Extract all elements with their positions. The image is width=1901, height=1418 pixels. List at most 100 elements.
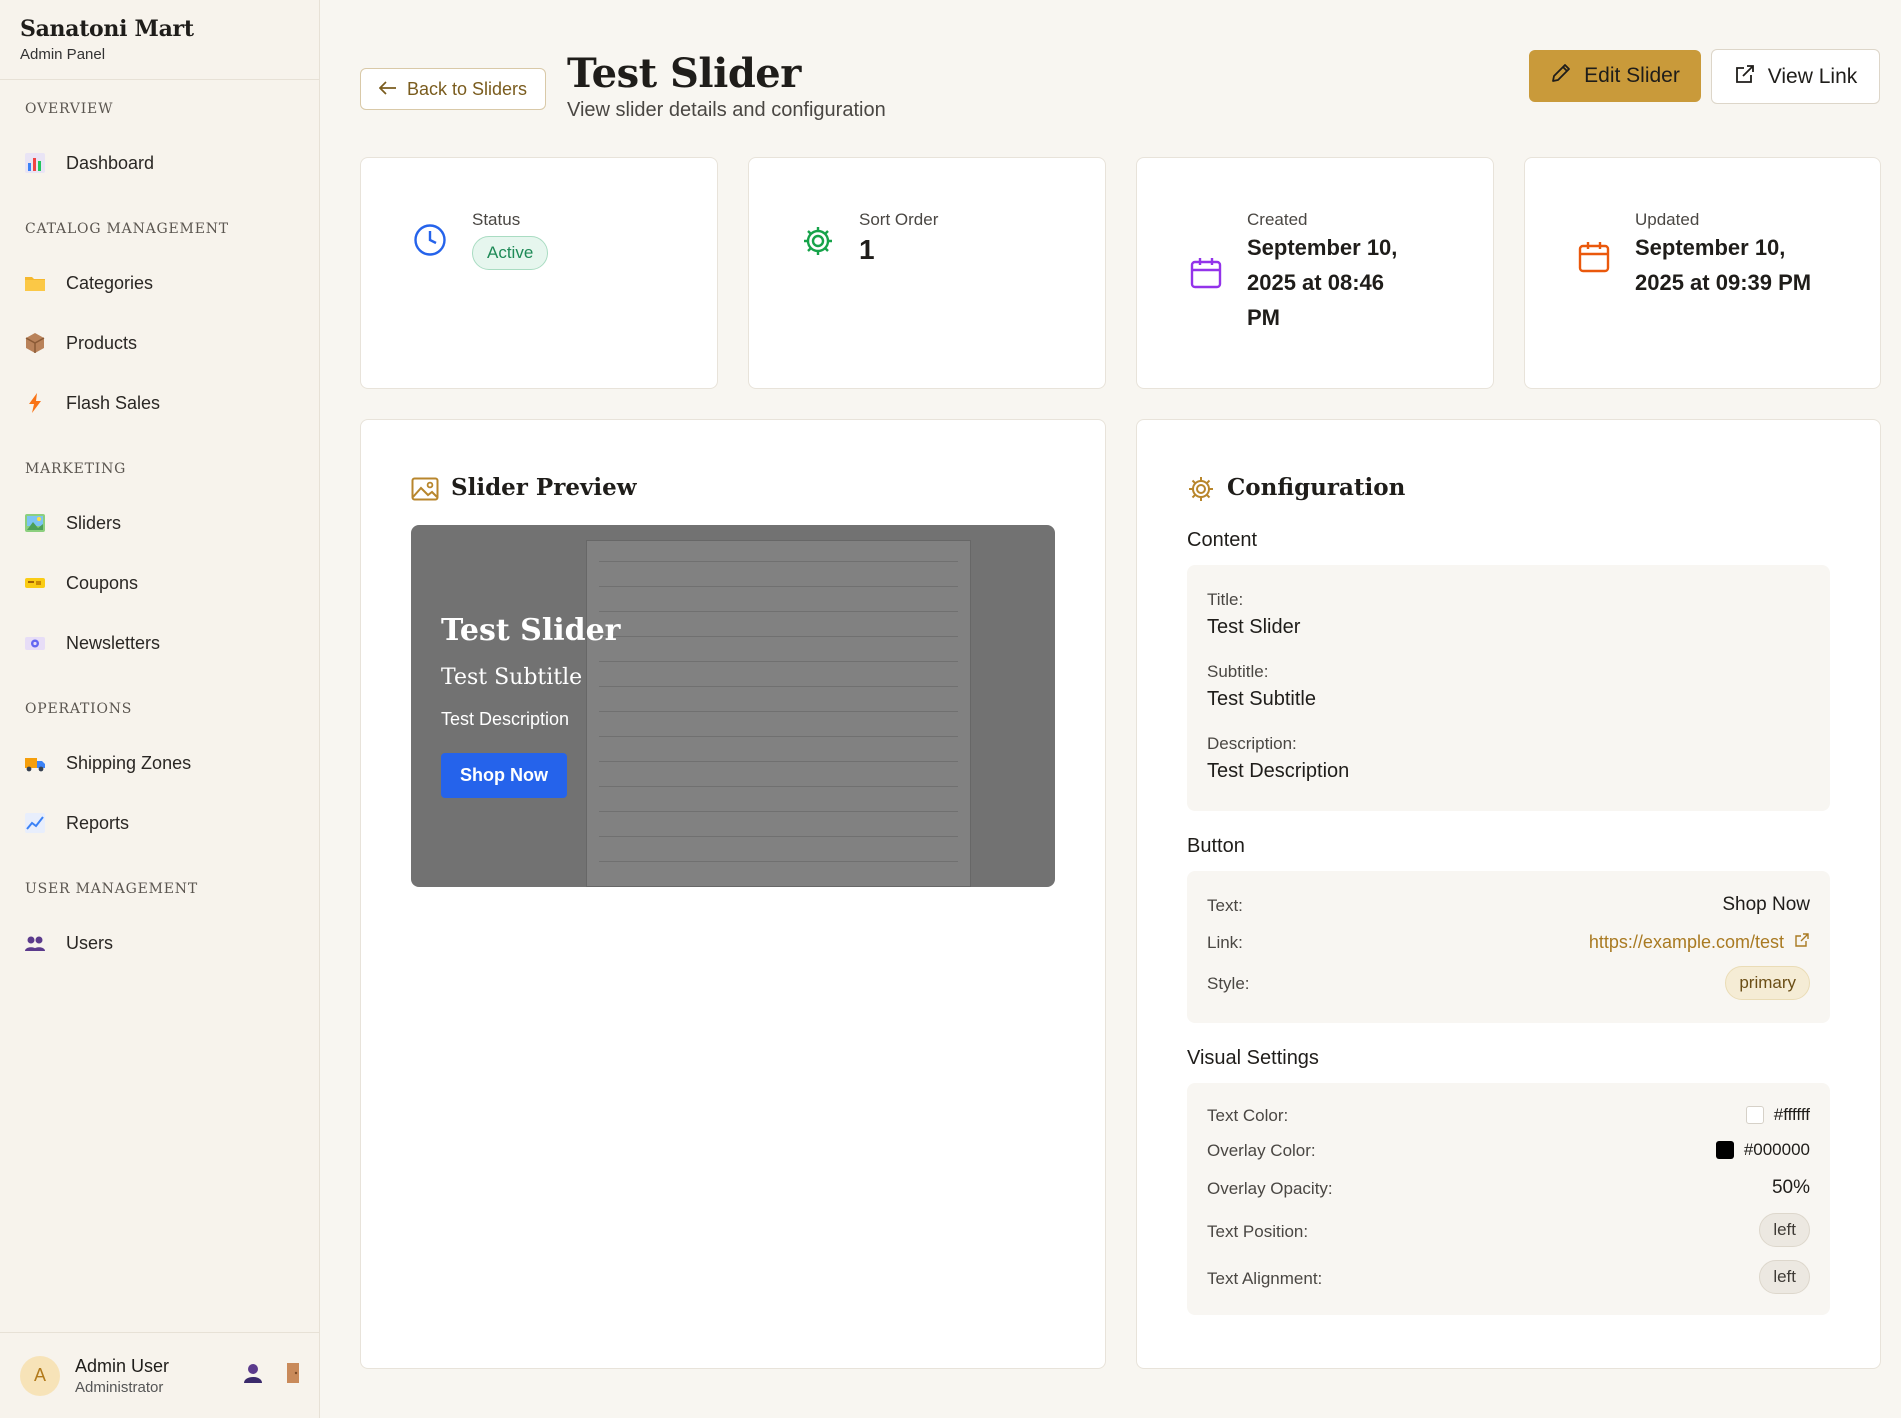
updated-date-line1: September 10, [1635, 235, 1786, 260]
created-date-line2: 2025 at 08:46 [1247, 270, 1384, 295]
main-content: Back to Sliders Test Slider View slider … [320, 0, 1901, 1418]
subtitle-label: Subtitle: [1207, 662, 1269, 681]
text-position-badge: left [1759, 1213, 1810, 1247]
view-link-label: View Link [1767, 64, 1858, 88]
preview-slide-description: Test Description [441, 709, 570, 729]
sidebar-item-label: Coupons [66, 572, 139, 593]
text-alignment-value-wrap: left [1759, 1260, 1810, 1294]
image-icon [411, 477, 439, 506]
button-heading: Button [1187, 835, 1245, 857]
visual-settings-box: Text Color: #ffffff Overlay Color: #0000… [1187, 1083, 1830, 1315]
sidebar-item-dashboard[interactable]: Dashboard [24, 143, 294, 183]
preview-slide-title: Test Slider [441, 613, 621, 648]
sidebar-item-products[interactable]: Products [24, 323, 294, 363]
package-icon [24, 332, 46, 354]
title-label: Title: [1207, 590, 1244, 609]
clock-icon [413, 223, 447, 262]
sidebar-item-flash-sales[interactable]: Flash Sales [24, 383, 294, 423]
text-color-value-wrap: #ffffff [1745, 1105, 1810, 1125]
section-title-catalog: CATALOG MANAGEMENT [25, 221, 229, 237]
view-link-button[interactable]: View Link [1711, 49, 1880, 104]
updated-label: Updated [1635, 210, 1700, 229]
created-date-line3: PM [1247, 305, 1280, 330]
pencil-icon [1550, 62, 1572, 90]
page-subtitle: View slider details and configuration [567, 99, 886, 121]
folder-icon [24, 272, 46, 294]
sidebar-item-shipping-zones[interactable]: Shipping Zones [24, 743, 294, 783]
created-card: Created September 10, 2025 at 08:46 PM [1136, 157, 1494, 389]
sidebar-item-newsletters[interactable]: Newsletters [24, 623, 294, 663]
overlay-color-label: Overlay Color: [1207, 1141, 1316, 1160]
sidebar-item-label: Newsletters [66, 632, 161, 653]
sort-order-label: Sort Order [859, 210, 939, 229]
image-icon [24, 512, 46, 534]
sidebar-item-label: Categories [66, 272, 154, 293]
sidebar-item-label: Reports [66, 812, 130, 833]
avatar: A [20, 1355, 60, 1396]
bar-chart-icon [24, 152, 46, 174]
section-title-overview: OVERVIEW [25, 101, 114, 117]
preview-slide-subtitle: Test Subtitle [441, 665, 583, 690]
gear-icon [1187, 475, 1215, 508]
sidebar-item-label: Sliders [66, 512, 122, 533]
sidebar-item-label: Dashboard [66, 152, 155, 173]
button-text-label: Text: [1207, 896, 1243, 915]
sidebar-item-label: Shipping Zones [66, 752, 192, 773]
updated-card: Updated September 10, 2025 at 09:39 PM [1524, 157, 1881, 389]
overlay-opacity-value: 50% [1771, 1177, 1810, 1198]
sidebar-item-reports[interactable]: Reports [24, 803, 294, 843]
title-value: Test Slider [1207, 616, 1301, 638]
text-alignment-badge: left [1759, 1260, 1810, 1294]
brand: Sanatoni Mart Admin Panel [0, 0, 319, 80]
sort-order-card: Sort Order 1 [748, 157, 1106, 389]
sidebar-item-categories[interactable]: Categories [24, 263, 294, 303]
edit-slider-button[interactable]: Edit Slider [1529, 50, 1701, 102]
sidebar: Sanatoni Mart Admin Panel OVERVIEW Dashb… [0, 0, 320, 1418]
back-button-label: Back to Sliders [406, 78, 528, 99]
gear-icon [801, 224, 835, 263]
button-style-label: Style: [1207, 974, 1250, 993]
configuration-title: Configuration [1227, 474, 1406, 501]
sidebar-item-label: Products [66, 332, 138, 353]
status-card: Status Active [360, 157, 718, 389]
external-link-icon [1734, 63, 1756, 91]
lightning-icon [24, 392, 46, 414]
text-position-label: Text Position: [1207, 1222, 1309, 1241]
back-to-sliders-button[interactable]: Back to Sliders [360, 68, 546, 110]
profile-icon[interactable] [242, 1362, 264, 1389]
updated-date-line2: 2025 at 09:39 PM [1635, 270, 1812, 295]
ticket-icon [24, 572, 46, 594]
text-alignment-label: Text Alignment: [1207, 1269, 1323, 1288]
button-style-value-wrap: primary [1725, 966, 1810, 1000]
brand-name: Sanatoni Mart [20, 16, 194, 42]
subtitle-value: Test Subtitle [1207, 688, 1316, 710]
overlay-color-value-wrap: #000000 [1715, 1140, 1810, 1160]
preview-shop-now-button[interactable]: Shop Now [441, 753, 567, 798]
edit-slider-label: Edit Slider [1584, 64, 1680, 87]
arrow-left-icon [378, 79, 397, 100]
user-name: Admin User [75, 1355, 170, 1376]
button-link[interactable]: https://example.com/test [1589, 932, 1810, 953]
section-title-user-management: USER MANAGEMENT [25, 881, 198, 897]
sidebar-item-coupons[interactable]: Coupons [24, 563, 294, 603]
sidebar-item-label: Flash Sales [66, 392, 161, 413]
slider-preview-panel: Slider Preview Test Slider Test Subtitle [360, 419, 1106, 1369]
sort-order-value: 1 [859, 234, 875, 265]
page-title: Test Slider [567, 50, 801, 97]
created-label: Created [1247, 210, 1308, 229]
description-value: Test Description [1207, 760, 1350, 782]
calendar-icon [1577, 240, 1611, 279]
overlay-color-value: #000000 [1743, 1140, 1810, 1159]
truck-icon [24, 752, 46, 774]
line-chart-icon [24, 812, 46, 834]
overlay-color-swatch [1715, 1141, 1734, 1159]
user-role: Administrator [75, 1378, 164, 1396]
sidebar-item-sliders[interactable]: Sliders [24, 503, 294, 543]
sidebar-item-users[interactable]: Users [24, 923, 294, 963]
slider-preview-image: Test Slider Test Subtitle Test Descripti… [411, 525, 1055, 887]
content-heading: Content [1187, 529, 1258, 551]
visual-settings-heading: Visual Settings [1187, 1047, 1319, 1069]
sidebar-item-label: Users [66, 932, 114, 953]
external-link-icon [1794, 932, 1810, 953]
logout-door-icon[interactable] [286, 1362, 300, 1389]
